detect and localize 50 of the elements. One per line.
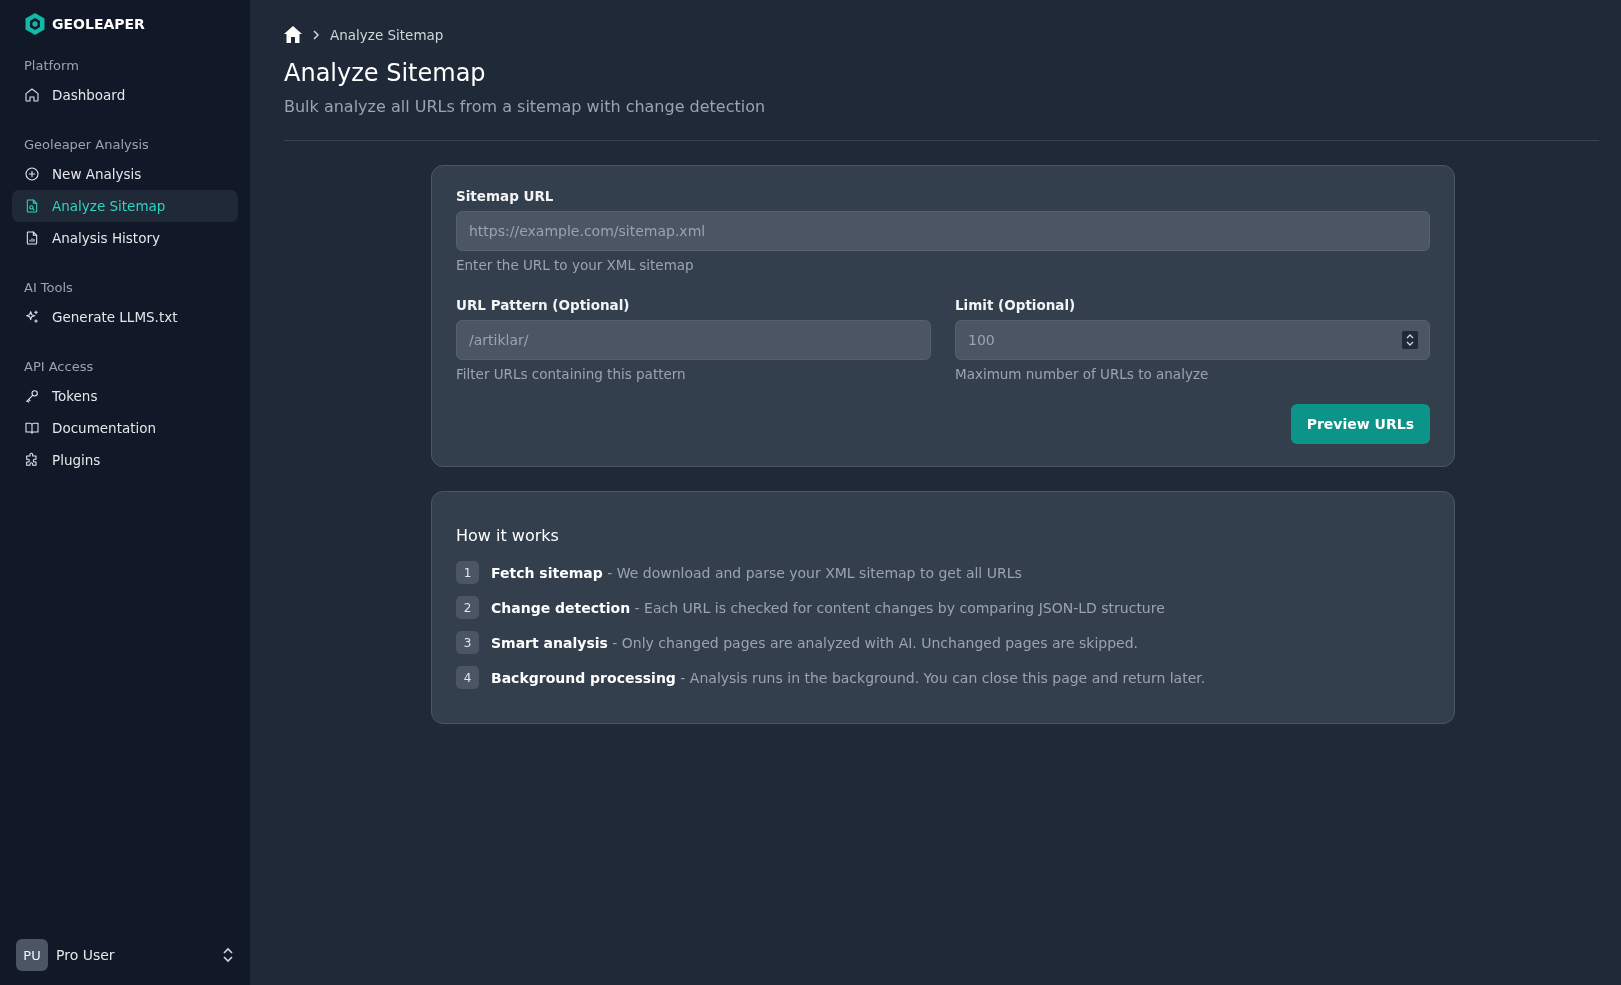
- field-label: Limit (Optional): [955, 297, 1077, 313]
- step-text: Smart analysis - Only changed pages are analyzed with AI. Unchanged pages are skipped.: [491, 634, 1139, 651]
- document-icon: [24, 230, 40, 246]
- page-title: Analyze Sitemap: [284, 59, 487, 87]
- page-subtitle: Bulk analyze all URLs from a sitemap with change detection: [284, 97, 767, 116]
- sidebar-section-label: API Access: [23, 358, 95, 376]
- document-search-icon: [24, 198, 40, 214]
- home-icon[interactable]: [284, 26, 302, 43]
- sidebar-section-label: Geoleaper Analysis: [23, 136, 150, 154]
- number-field[interactable]: 100: [955, 320, 1430, 360]
- help-text: Enter the URL to your XML sitemap: [456, 257, 695, 273]
- sidebar-section-label: AI Tools: [23, 279, 74, 297]
- brand-name: GEOLEAPER: [52, 16, 145, 32]
- home-icon: [24, 87, 40, 103]
- user-name: Pro User: [56, 947, 116, 963]
- section-title: How it works: [456, 526, 560, 545]
- step-number: 3: [456, 631, 479, 654]
- key-icon: [24, 388, 40, 404]
- step-number: 1: [456, 561, 479, 584]
- spinner-arrows-icon[interactable]: [1402, 331, 1418, 349]
- sidebar-item[interactable]: New Analysis: [12, 158, 238, 190]
- help-text: Maximum number of URLs to analyze: [955, 366, 1210, 382]
- sidebar-item[interactable]: Plugins: [12, 444, 238, 476]
- chevron-right-icon: [312, 28, 320, 41]
- preview-urls-button[interactable]: Preview URLs: [1290, 404, 1430, 444]
- help-text: Filter URLs containing this pattern: [456, 366, 687, 382]
- sparkles-icon: [24, 309, 40, 325]
- input-field[interactable]: https://example.com/sitemap.xml: [456, 211, 1430, 251]
- step-text: Fetch sitemap - We download and parse your XML sitemap to get all URLs: [491, 564, 1022, 581]
- input-field[interactable]: /artiklar/: [456, 320, 931, 360]
- user-avatar[interactable]: PU: [16, 939, 48, 971]
- sidebar-item[interactable]: Generate LLMS.txt: [12, 301, 238, 333]
- sidebar-item[interactable]: Documentation: [12, 412, 238, 444]
- sidebar-section-label: Platform: [23, 57, 80, 75]
- sidebar-item[interactable]: Tokens: [12, 380, 238, 412]
- breadcrumb-current: Analyze Sitemap: [330, 26, 444, 43]
- sidebar-item[interactable]: Analysis History: [12, 222, 238, 254]
- field-label: Sitemap URL: [456, 188, 555, 204]
- step-number: 4: [456, 666, 479, 689]
- field-label: URL Pattern (Optional): [456, 297, 631, 313]
- puzzle-icon: [24, 452, 40, 468]
- hexagon-logo-icon: [24, 12, 46, 36]
- sidebar-item[interactable]: Dashboard: [12, 79, 238, 111]
- plus-circle-icon: [24, 166, 40, 182]
- step-text: Change detection - Each URL is checked for content changes by comparing JSON-LD structure: [491, 599, 1165, 616]
- step-number: 2: [456, 596, 479, 619]
- sidebar-item[interactable]: Analyze Sitemap: [12, 190, 238, 222]
- book-icon: [24, 420, 40, 436]
- step-text: Background processing - Analysis runs in the background. You can close this page and return later.: [491, 669, 1206, 686]
- chevron-up-down-icon[interactable]: [222, 947, 234, 963]
